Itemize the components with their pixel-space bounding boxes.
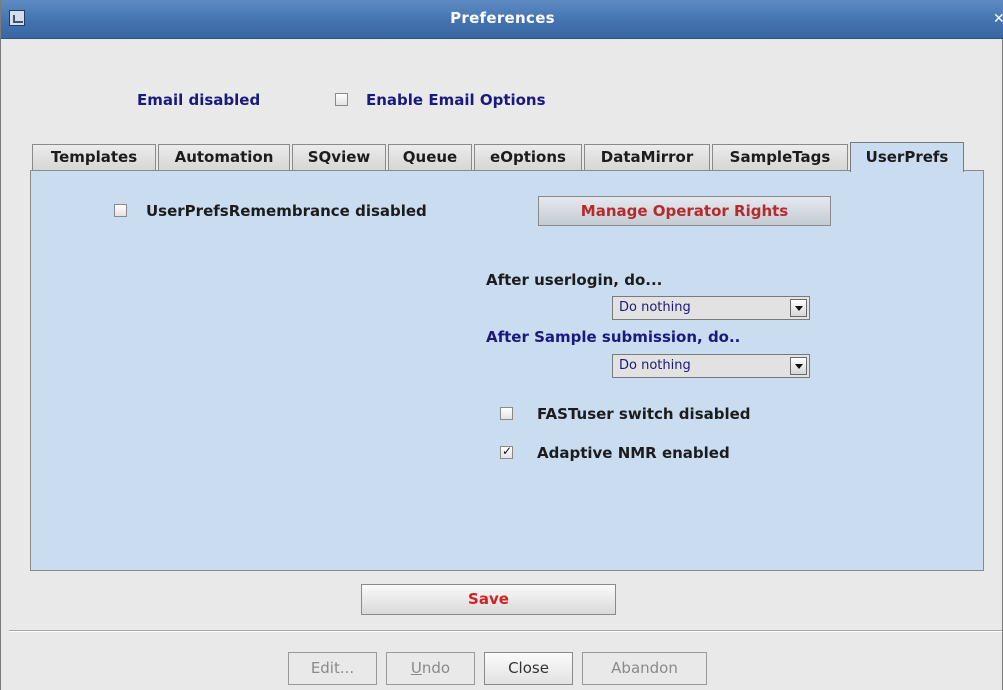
after-login-label: After userlogin, do... [486, 271, 663, 289]
enable-email-label: Enable Email Options [366, 91, 546, 109]
after-login-selected-value: Do nothing [619, 300, 691, 315]
adaptive-nmr-label: Adaptive NMR enabled [537, 444, 730, 462]
manage-operator-rights-button[interactable]: Manage Operator Rights [538, 196, 831, 226]
chevron-down-icon[interactable] [790, 357, 807, 375]
title-bar[interactable]: Preferences ✕ [1, 0, 1003, 39]
userprefs-panel [30, 170, 984, 571]
adaptive-nmr-checkbox[interactable] [500, 444, 513, 459]
close-window-icon[interactable]: ✕ [993, 11, 1003, 27]
close-button[interactable]: Close [484, 652, 573, 685]
tab-sampletags[interactable]: SampleTags [712, 144, 848, 170]
preferences-window: Preferences ✕ Email disabled Enable Emai… [0, 0, 1003, 690]
tab-queue[interactable]: Queue [388, 144, 472, 170]
undo-label-rest: ndo [421, 659, 451, 677]
after-sample-label: After Sample submission, do.. [486, 328, 741, 346]
save-button[interactable]: Save [361, 584, 616, 615]
tab-userprefs[interactable]: UserPrefs [850, 142, 964, 172]
fastuser-checkbox[interactable] [500, 407, 513, 420]
fastuser-label: FASTuser switch disabled [537, 405, 751, 423]
edit-button[interactable]: Edit... [288, 652, 377, 685]
separator [9, 630, 1002, 632]
after-login-select[interactable]: Do nothing [612, 296, 810, 320]
undo-button[interactable]: Undo [386, 652, 475, 685]
tab-eoptions[interactable]: eOptions [474, 144, 582, 170]
email-status-label: Email disabled [137, 91, 261, 109]
chevron-down-icon[interactable] [790, 299, 807, 317]
tab-datamirror[interactable]: DataMirror [584, 144, 710, 170]
undo-mnemonic: U [410, 659, 422, 677]
tab-sqview[interactable]: SQview [292, 144, 386, 170]
window-title: Preferences [450, 9, 555, 27]
abandon-button[interactable]: Abandon [582, 652, 707, 685]
after-sample-select[interactable]: Do nothing [612, 354, 810, 378]
userprefs-remembrance-checkbox[interactable] [114, 204, 127, 217]
tab-templates[interactable]: Templates [32, 144, 156, 170]
after-sample-selected-value: Do nothing [619, 358, 691, 373]
tab-automation[interactable]: Automation [158, 144, 290, 170]
userprefs-remembrance-label: UserPrefsRemembrance disabled [146, 202, 427, 220]
enable-email-checkbox[interactable] [335, 93, 348, 106]
